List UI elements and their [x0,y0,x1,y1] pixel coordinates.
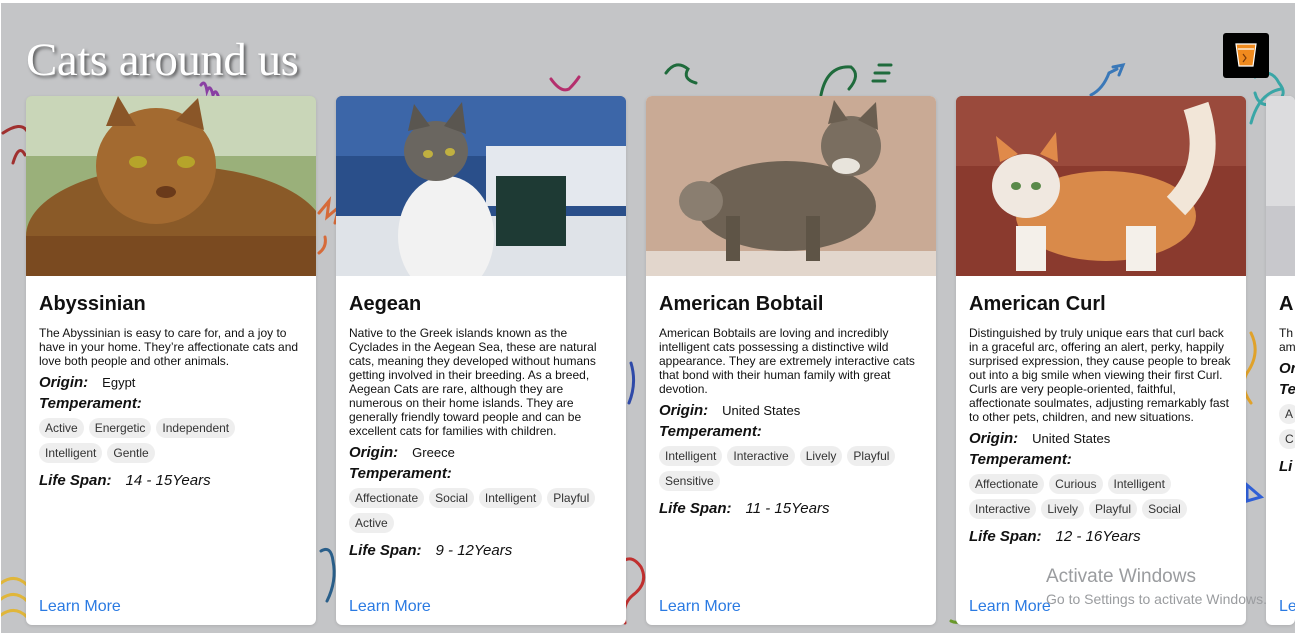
life-span-value: 9 - 12Years [435,542,513,559]
temperament-tag: Interactive [727,446,795,466]
breed-card: American Bobtail American Bobtails are l… [646,96,936,625]
cat-photo [26,96,316,276]
temperament-tag: Sensitive [659,471,720,491]
breed-card: Abyssinian The Abyssinian is easy to car… [26,96,316,625]
bottom-strip [0,633,1296,638]
temperament-tag: Intelligent [1107,474,1171,494]
temperament-tags: Active Energetic Independent Intelligent… [39,418,305,468]
breed-description: Native to the Greek islands known as the… [349,326,597,438]
temperament-tag: Affectionate [349,488,425,508]
temperament-tag: Social [429,488,474,508]
page-background: Cats around us Abyssinian The Abyssinian… [1,3,1295,633]
life-span-label: Life Span: [659,500,732,517]
temperament-tag: Lively [1041,499,1085,519]
learn-more-link[interactable]: Learn More [969,598,1051,616]
temperament-tag: Energetic [88,418,152,438]
temperament-tags: Intelligent Interactive Lively Playful S… [659,446,925,496]
temperament-tag: Lively [799,446,843,466]
temperament-label: Temperament: [659,423,762,440]
temperament-tag: Intelligent [478,488,543,508]
temperament-label: Te [1279,381,1295,398]
life-span-value: 14 - 15Years [125,472,211,489]
life-span-label: Life Span: [39,472,112,489]
breed-description: Th rob am [1279,326,1295,354]
breed-description: Distinguished by truly unique ears that … [969,326,1231,424]
breed-description: The Abyssinian is easy to care for, and … [39,326,299,368]
temperament-tags: Affectionate Social Intelligent Playful … [349,488,615,538]
orange-glass-logo-icon[interactable] [1223,33,1269,78]
breed-card-partial: A Th rob am Or Te A C Li Le [1266,96,1295,625]
cat-photo [956,96,1246,276]
cat-photo [646,96,936,276]
temperament-tag: Gentle [107,443,155,463]
life-span-label: Li [1279,458,1293,475]
temperament-label: Temperament: [969,451,1072,468]
learn-more-link[interactable]: Learn More [659,598,741,616]
temperament-label: Temperament: [39,395,142,412]
temperament-tags: A C [1279,404,1295,454]
temperament-tag: Active [349,513,394,533]
temperament-tag: C [1279,429,1295,449]
life-span-label: Life Span: [349,542,422,559]
temperament-tag: Playful [1089,499,1138,519]
origin-value: United States [1032,431,1111,446]
origin-value: Greece [412,445,455,460]
breed-name: Aegean [349,293,422,315]
temperament-tags: Affectionate Curious Intelligent Interac… [969,474,1235,524]
temperament-tag: Independent [156,418,236,438]
life-span-label: Life Span: [969,528,1042,545]
origin-label: Origin: [349,444,399,461]
breed-card: Aegean Native to the Greek islands known… [336,96,626,625]
life-span-value: 12 - 16Years [1055,528,1141,545]
temperament-tag: Intelligent [659,446,723,466]
temperament-tag: Curious [1049,474,1103,494]
learn-more-link[interactable]: Learn More [39,598,121,616]
temperament-tag: Intelligent [39,443,103,463]
cat-photo [1266,96,1295,276]
temperament-label: Temperament: [349,465,452,482]
breed-card: American Curl Distinguished by truly uni… [956,96,1246,625]
origin-label: Origin: [969,430,1019,447]
breed-name: American Curl [969,293,1106,315]
origin-label: Origin: [659,402,709,419]
temperament-tag: Interactive [969,499,1037,519]
breed-name: Abyssinian [39,293,146,315]
learn-more-link[interactable]: Le [1279,598,1295,616]
breed-name: A [1279,293,1294,315]
breed-name: American Bobtail [659,293,824,315]
temperament-tag: Playful [847,446,896,466]
origin-value: United States [722,403,801,418]
life-span-value: 11 - 15Years [745,500,830,517]
learn-more-link[interactable]: Learn More [349,598,431,616]
temperament-tag: Active [39,418,84,438]
cat-photo [336,96,626,276]
origin-label: Origin: [39,374,89,391]
temperament-tag: Playful [547,488,596,508]
breed-description: American Bobtails are loving and incredi… [659,326,915,396]
origin-value: Egypt [102,375,136,390]
temperament-tag: Social [1142,499,1187,519]
origin-label: Or [1279,360,1295,377]
temperament-tag: A [1279,404,1295,424]
temperament-tag: Affectionate [969,474,1045,494]
page-title: Cats around us [26,34,299,86]
glass-icon [1235,43,1257,67]
